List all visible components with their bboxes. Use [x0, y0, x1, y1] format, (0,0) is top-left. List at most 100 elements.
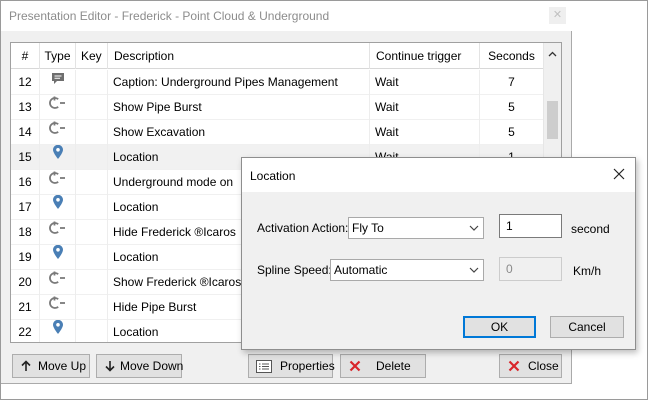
- delete-button[interactable]: Delete: [340, 354, 426, 378]
- row-key: [76, 195, 108, 220]
- speed-input: 0: [499, 257, 562, 281]
- arrow-down-icon: [105, 355, 115, 377]
- power-action-icon: [48, 220, 67, 244]
- row-number: 20: [11, 270, 40, 295]
- window-close-button[interactable]: ✕: [549, 7, 566, 24]
- move-up-button[interactable]: Move Up: [12, 354, 90, 378]
- cancel-button[interactable]: Cancel: [550, 316, 624, 338]
- row-number: 22: [11, 320, 40, 342]
- power-action-icon: [48, 295, 67, 319]
- red-x-close-icon: [508, 355, 520, 377]
- row-key: [76, 320, 108, 342]
- map-pin-icon: [52, 145, 64, 169]
- spline-speed-value: Automatic: [334, 263, 388, 277]
- row-type-cell: [40, 220, 76, 245]
- dialog-close-icon[interactable]: [611, 166, 627, 182]
- row-key: [76, 245, 108, 270]
- row-seconds: 7: [480, 70, 544, 95]
- map-pin-icon: [52, 245, 64, 269]
- activation-action-select[interactable]: Fly To: [348, 217, 484, 239]
- dialog-title-bar: Location: [242, 158, 635, 192]
- power-action-icon: [48, 270, 67, 294]
- spline-speed-select[interactable]: Automatic: [330, 259, 484, 281]
- table-row[interactable]: 14 Show Excavation Wait 5: [11, 120, 544, 145]
- col-header-key[interactable]: Key: [76, 43, 108, 69]
- row-key: [76, 170, 108, 195]
- ok-button[interactable]: OK: [463, 316, 536, 338]
- spline-speed-label: Spline Speed:: [257, 263, 332, 277]
- row-seconds: 5: [480, 120, 544, 145]
- scroll-thumb[interactable]: [547, 101, 558, 139]
- red-x-delete-icon: [349, 355, 361, 377]
- row-description: Show Pipe Burst: [108, 95, 370, 120]
- row-number: 18: [11, 220, 40, 245]
- row-trigger: Wait: [370, 95, 480, 120]
- row-key: [76, 270, 108, 295]
- move-up-label: Move Up: [38, 359, 87, 373]
- row-number: 17: [11, 195, 40, 220]
- power-action-icon: [48, 120, 67, 144]
- location-dialog: Location Activation Action: Fly To 1 sec…: [241, 157, 636, 350]
- table-row[interactable]: 13 Show Pipe Burst Wait 5: [11, 95, 544, 120]
- speed-unit-label: Km/h: [573, 264, 602, 278]
- row-type-cell: [40, 95, 76, 120]
- properties-label: Properties: [280, 359, 335, 373]
- duration-unit-label: second: [571, 222, 610, 236]
- row-type-cell: [40, 120, 76, 145]
- row-type-cell: [40, 270, 76, 295]
- row-number: 15: [11, 145, 40, 170]
- row-number: 16: [11, 170, 40, 195]
- row-type-cell: [40, 70, 76, 95]
- row-key: [76, 95, 108, 120]
- scroll-up-arrow-icon[interactable]: [544, 43, 561, 65]
- row-key: [76, 220, 108, 245]
- duration-input[interactable]: 1: [499, 214, 562, 238]
- close-label: Close: [528, 359, 559, 373]
- chevron-down-icon: [469, 260, 479, 280]
- activation-action-label: Activation Action:: [257, 221, 349, 235]
- power-action-icon: [48, 170, 67, 194]
- map-pin-icon: [52, 195, 64, 219]
- col-header-seconds[interactable]: Seconds: [480, 43, 544, 69]
- row-number: 21: [11, 295, 40, 320]
- col-header-trigger[interactable]: Continue trigger: [370, 43, 480, 69]
- arrow-up-icon: [21, 355, 31, 377]
- move-down-button[interactable]: Move Down: [96, 354, 184, 378]
- row-seconds: 5: [480, 95, 544, 120]
- row-type-cell: [40, 145, 76, 170]
- row-type-cell: [40, 170, 76, 195]
- title-bar: Presentation Editor - Frederick - Point …: [1, 1, 572, 31]
- dialog-title: Location: [250, 169, 296, 183]
- row-number: 12: [11, 70, 40, 95]
- properties-list-icon: [256, 355, 272, 377]
- speech-bubble-icon: [51, 70, 65, 94]
- row-key: [76, 295, 108, 320]
- power-action-icon: [48, 95, 67, 119]
- row-type-cell: [40, 195, 76, 220]
- col-header-type[interactable]: Type: [40, 43, 76, 69]
- row-type-cell: [40, 295, 76, 320]
- properties-button[interactable]: Properties: [248, 354, 335, 378]
- row-number: 13: [11, 95, 40, 120]
- row-number: 19: [11, 245, 40, 270]
- move-down-label: Move Down: [120, 359, 184, 373]
- window-title: Presentation Editor - Frederick - Point …: [9, 9, 330, 23]
- row-type-cell: [40, 245, 76, 270]
- table-header: # Type Key Description Continue trigger …: [11, 43, 544, 69]
- row-trigger: Wait: [370, 120, 480, 145]
- col-header-description[interactable]: Description: [108, 43, 370, 69]
- row-type-cell: [40, 320, 76, 342]
- row-description: Show Excavation: [108, 120, 370, 145]
- row-trigger: Wait: [370, 70, 480, 95]
- col-header-num[interactable]: #: [11, 43, 40, 69]
- chevron-down-icon: [469, 218, 479, 238]
- row-description: Caption: Underground Pipes Management: [108, 70, 370, 95]
- map-pin-icon: [52, 320, 64, 342]
- delete-label: Delete: [376, 359, 411, 373]
- table-row[interactable]: 12 Caption: Underground Pipes Management W…: [11, 70, 544, 95]
- row-key: [76, 70, 108, 95]
- activation-action-value: Fly To: [352, 221, 384, 235]
- row-key: [76, 145, 108, 170]
- close-button[interactable]: Close: [499, 354, 562, 378]
- row-key: [76, 120, 108, 145]
